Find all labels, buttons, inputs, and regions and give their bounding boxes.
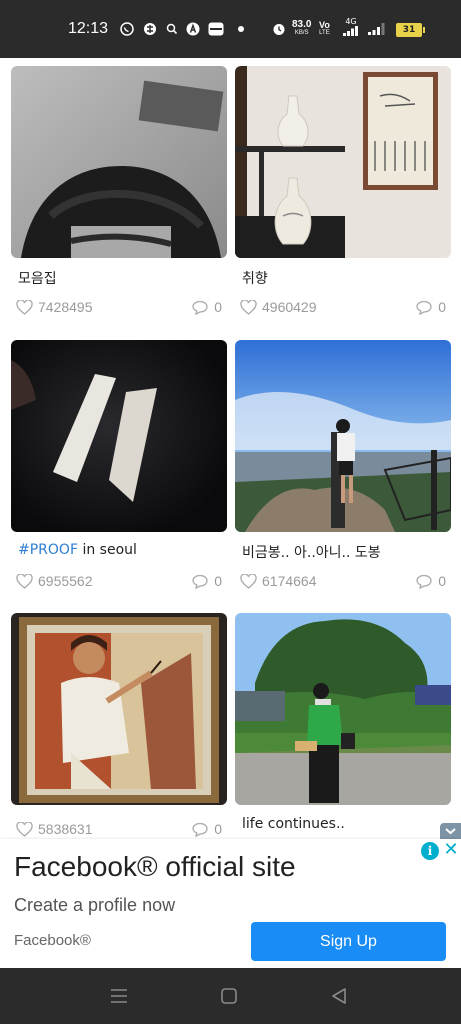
ad-banner[interactable]: Facebook® official site Create a profile… xyxy=(0,839,461,967)
app-icon xyxy=(186,22,200,36)
search-icon xyxy=(166,22,178,36)
hashtag-link[interactable]: #PROOF xyxy=(18,542,78,558)
ad-collapse-chevron[interactable] xyxy=(440,823,461,839)
comment-count: 0 xyxy=(438,573,446,589)
post-title[interactable]: life continues.. xyxy=(242,816,345,832)
comment-count: 0 xyxy=(214,299,222,315)
post-image[interactable] xyxy=(11,340,227,532)
comment-button[interactable]: 0 xyxy=(192,573,222,589)
post-title[interactable]: 취향 xyxy=(242,268,268,288)
like-button[interactable]: 6955562 xyxy=(16,573,93,589)
post-image[interactable] xyxy=(235,340,451,532)
home-icon[interactable] xyxy=(218,985,240,1007)
network-type: 4G xyxy=(345,17,357,26)
network-speed: 83.0 KB/S xyxy=(292,20,311,37)
post-stats: 6955562 0 xyxy=(16,573,222,591)
comment-icon xyxy=(192,574,208,589)
post-title[interactable]: 모음집 xyxy=(18,268,57,288)
heart-icon xyxy=(240,573,257,589)
volte-bottom: LTE xyxy=(319,30,330,36)
menu-icon[interactable] xyxy=(108,985,130,1007)
volte-top: Vo xyxy=(319,20,330,30)
ad-info-icon[interactable]: i xyxy=(421,842,439,860)
like-count: 6955562 xyxy=(38,573,93,589)
signal-icon: 4G xyxy=(343,17,359,37)
comment-icon xyxy=(416,574,432,589)
ad-subtext: Create a profile now xyxy=(14,895,176,915)
post-card[interactable]: 모음집 7428495 0 xyxy=(11,66,227,326)
status-time: 12:13 xyxy=(68,20,109,37)
post-title-text: in seoul xyxy=(78,542,137,558)
post-stats: 6174664 0 xyxy=(240,573,446,591)
sign-up-button[interactable]: Sign Up xyxy=(251,922,446,961)
like-count: 4960429 xyxy=(262,299,317,315)
status-bar: 12:13 83.0 KB/S Vo LTE 4G 31 xyxy=(0,0,461,58)
post-image[interactable] xyxy=(11,613,227,805)
comment-button[interactable]: 0 xyxy=(416,573,446,589)
comment-button[interactable]: 0 xyxy=(192,821,222,837)
battery-icon: 31 xyxy=(396,23,425,37)
comment-count: 0 xyxy=(214,573,222,589)
post-image[interactable] xyxy=(11,66,227,258)
post-image[interactable] xyxy=(235,66,451,258)
comment-count: 0 xyxy=(438,299,446,315)
like-count: 6174664 xyxy=(262,573,317,589)
comment-button[interactable]: 0 xyxy=(416,299,446,315)
card-icon xyxy=(208,22,224,36)
post-stats: 4960429 0 xyxy=(240,299,446,317)
like-button[interactable]: 4960429 xyxy=(240,299,317,315)
alarm-icon xyxy=(272,22,286,36)
post-card[interactable]: #PROOF in seoul 6955562 0 xyxy=(11,340,227,600)
network-speed-value: 83.0 xyxy=(292,19,312,30)
comment-button[interactable]: 0 xyxy=(192,299,222,315)
like-button[interactable]: 6174664 xyxy=(240,573,317,589)
heart-icon xyxy=(16,299,33,315)
heart-icon xyxy=(16,821,33,837)
browser-icon xyxy=(143,22,157,36)
ad-brand: Facebook® xyxy=(14,932,91,949)
post-card[interactable]: 취향 4960429 0 xyxy=(235,66,451,326)
post-card[interactable]: 5838631 0 xyxy=(11,613,227,843)
comment-icon xyxy=(192,300,208,315)
post-card[interactable]: 비금봉.. 아..아니.. 도봉 6174664 0 xyxy=(235,340,451,600)
post-title[interactable]: 비금봉.. 아..아니.. 도봉 xyxy=(242,542,381,562)
like-count: 7428495 xyxy=(38,299,93,315)
heart-icon xyxy=(16,573,33,589)
heart-icon xyxy=(240,299,257,315)
volte-indicator: Vo LTE xyxy=(319,20,330,37)
like-button[interactable]: 5838631 xyxy=(16,821,93,837)
whatsapp-icon xyxy=(120,22,134,36)
post-stats: 5838631 0 xyxy=(16,821,222,839)
comment-icon xyxy=(192,822,208,837)
comment-count: 0 xyxy=(214,821,222,837)
network-speed-unit: KB/S xyxy=(294,30,309,36)
ad-headline[interactable]: Facebook® official site xyxy=(14,851,296,883)
like-count: 5838631 xyxy=(38,821,93,837)
back-icon[interactable] xyxy=(328,985,350,1007)
ad-close-icon[interactable]: ✕ xyxy=(441,839,461,861)
comment-icon xyxy=(416,300,432,315)
dot-icon xyxy=(238,22,244,36)
post-title[interactable]: #PROOF in seoul xyxy=(18,542,137,558)
post-card[interactable]: life continues.. xyxy=(235,613,451,843)
system-nav-bar xyxy=(0,968,461,1024)
like-button[interactable]: 7428495 xyxy=(16,299,93,315)
post-image[interactable] xyxy=(235,613,451,805)
post-stats: 7428495 0 xyxy=(16,299,222,317)
signal-icon-2 xyxy=(368,22,386,36)
